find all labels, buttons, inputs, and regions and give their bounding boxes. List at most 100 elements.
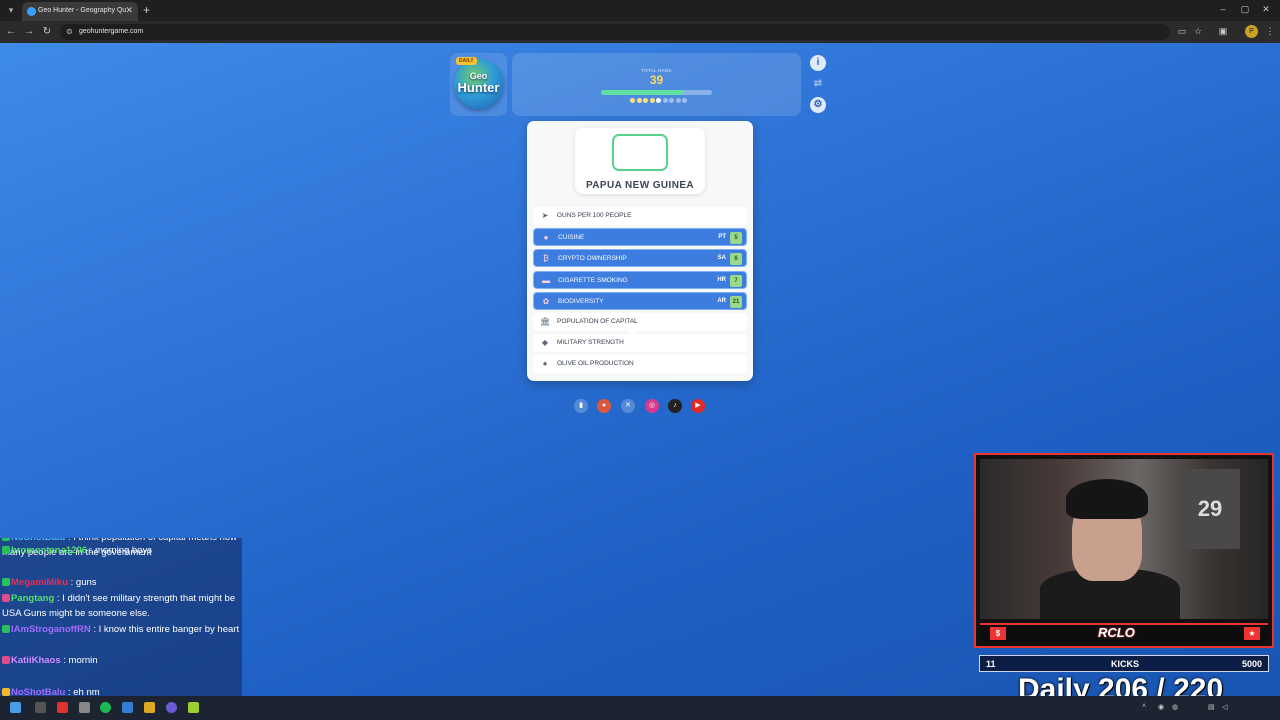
network-icon[interactable]: ▤ — [1208, 703, 1215, 711]
category-crypto-ownership[interactable]: ₿ CRYPTO OWNERSHIP SA 6 — [533, 249, 747, 268]
bitcoin-icon: ₿ — [543, 254, 549, 264]
spotify-icon[interactable] — [100, 702, 111, 713]
chat-username[interactable]: NoShotBalu — [11, 538, 65, 543]
chat-badge-icon — [2, 538, 10, 541]
gear-icon[interactable]: ⚙ — [810, 97, 826, 113]
chat-username[interactable]: IAmStroganoffRN — [11, 624, 91, 635]
tray-chevron-icon[interactable]: ˄ — [1142, 703, 1146, 710]
chat-badge-icon — [2, 688, 10, 696]
vim-icon[interactable] — [188, 702, 199, 713]
daily-badge: DAILY — [456, 57, 477, 65]
chat-badge-icon — [2, 625, 10, 633]
side-toolbar: i ⇄ ⚙ — [808, 55, 828, 115]
webcam-brand-bar: $ RCLO ★ — [980, 623, 1268, 641]
url-text: geohuntergame.com — [79, 28, 144, 35]
chat-username[interactable]: bromontana1206 — [11, 545, 87, 556]
tab-geo-hunter[interactable]: Geo Hunter - Geography Quiz ✕ — [22, 2, 138, 21]
info-icon[interactable]: i — [810, 55, 826, 71]
youtube-icon[interactable]: ▶ — [691, 399, 705, 413]
category-country-code: AR — [717, 297, 726, 304]
category-military-strength[interactable]: ◆ MILITARY STRENGTH — [533, 334, 747, 353]
category-country-code: HR — [717, 276, 726, 283]
folder-icon[interactable] — [144, 702, 155, 713]
chat-text: : I know this entire banger by heart — [90, 624, 240, 635]
search-icon[interactable] — [35, 702, 46, 713]
minimize-icon[interactable]: – — [1217, 4, 1229, 14]
round-dot — [630, 98, 635, 103]
app-icon[interactable] — [79, 702, 90, 713]
food-icon: ● — [543, 233, 549, 243]
country-panel: PAPUA NEW GUINEA — [575, 128, 705, 194]
cast-icon[interactable]: ▭ — [1176, 26, 1188, 37]
menu-dots-icon[interactable]: ⋮ — [1264, 26, 1276, 37]
url-input[interactable]: ⊜ geohuntergame.com — [60, 24, 1170, 40]
chat-badge-icon — [2, 594, 10, 602]
x-twitter-icon[interactable]: ✕ — [621, 399, 635, 413]
tiktok-icon[interactable]: ♪ — [668, 399, 682, 413]
discord-icon[interactable] — [166, 702, 177, 713]
chat-text: : morning boys — [87, 545, 152, 556]
geo-hunter-logo[interactable]: DAILY Geo Hunter — [450, 53, 507, 116]
chrome-icon[interactable] — [57, 702, 68, 713]
tab-search-icon[interactable]: ▾ — [4, 3, 18, 17]
window-close-icon[interactable]: ✕ — [1260, 4, 1272, 15]
category-olive-oil-production[interactable]: ● OLIVE OIL PRODUCTION — [533, 355, 747, 374]
round-dots — [630, 98, 687, 104]
category-guns-per-100-people[interactable]: ➤ GUNS PER 100 PEOPLE — [533, 207, 747, 225]
round-dot — [669, 98, 674, 103]
instagram-icon[interactable]: ◎ — [645, 399, 659, 413]
category-cuisine[interactable]: ● CUISINE PT 5 — [533, 228, 747, 247]
extensions-icon[interactable]: ▣ — [1217, 26, 1229, 37]
chat-badge-icon — [2, 656, 10, 664]
star-icon: ★ — [1244, 627, 1260, 640]
rank-progress-fill — [601, 90, 685, 95]
round-dot — [636, 98, 642, 103]
chat-username[interactable]: MegamiMiku — [11, 577, 68, 588]
chat-message: bromontana1206 : morning boys — [2, 544, 240, 559]
category-label: CRYPTO OWNERSHIP — [558, 255, 627, 263]
new-tab-icon[interactable]: + — [143, 3, 150, 17]
country-name: PAPUA NEW GUINEA — [585, 180, 695, 191]
category-population-of-capital[interactable]: 🏛 POPULATION OF CAPITAL — [533, 313, 747, 331]
refresh-icon[interactable]: ⇄ — [810, 76, 826, 92]
mic-icon[interactable]: ◍ — [1172, 703, 1178, 711]
maximize-icon[interactable]: ▢ — [1239, 4, 1251, 15]
app-blue-icon[interactable] — [122, 702, 133, 713]
olive-icon: ● — [542, 359, 548, 369]
category-label: BIODIVERSITY — [558, 297, 604, 305]
kicks-goal-bar: 11 KICKS 5000 — [979, 655, 1269, 672]
cigarette-icon: ▬ — [542, 275, 550, 285]
round-dot — [649, 98, 655, 103]
site-info-icon[interactable]: ⊜ — [66, 27, 73, 36]
close-icon[interactable]: ✕ — [125, 5, 133, 16]
reload-icon[interactable]: ↻ — [41, 26, 53, 37]
logo-text-hunter: Hunter — [457, 80, 500, 95]
chat-username[interactable]: KatiiKhaos — [11, 655, 61, 666]
tab-title: Geo Hunter - Geography Quiz — [38, 7, 126, 14]
bookmark-star-icon[interactable]: ☆ — [1192, 26, 1204, 37]
category-label: CUISINE — [558, 234, 585, 242]
streamer-hat — [1066, 479, 1148, 519]
butterfly-icon: ✿ — [542, 296, 550, 306]
volume-icon[interactable]: ◁ — [1222, 703, 1227, 711]
webcam-feed: 29 — [980, 459, 1268, 619]
back-icon[interactable]: ← — [5, 26, 17, 37]
tray-app-icon[interactable]: ◉ — [1158, 703, 1164, 711]
kicks-goal: 5000 — [1241, 659, 1262, 669]
category-label: CIGARETTE SMOKING — [558, 276, 628, 284]
capitol-icon: 🏛 — [540, 317, 551, 326]
category-country-code: SA — [717, 255, 726, 262]
chat-text: : mornin — [60, 655, 98, 666]
profile-avatar[interactable]: P — [1245, 25, 1258, 38]
rank-progress-bar — [601, 90, 712, 95]
coffee-icon[interactable]: ▮ — [574, 399, 588, 413]
category-label: OLIVE OIL PRODUCTION — [557, 360, 634, 368]
reddit-icon[interactable]: ● — [597, 399, 611, 413]
start-icon[interactable] — [10, 702, 21, 713]
category-cigarette-smoking[interactable]: ▬ CIGARETTE SMOKING HR 7 — [533, 270, 747, 289]
game-card: PAPUA NEW GUINEA ➤ GUNS PER 100 PEOPLE ● CU… — [527, 121, 753, 381]
category-biodiversity[interactable]: ✿ BIODIVERSITY AR 21 — [533, 291, 747, 310]
chat-username[interactable]: Pangtang — [11, 593, 54, 604]
chat-badge-icon — [2, 578, 10, 586]
forward-icon[interactable]: → — [23, 26, 35, 37]
